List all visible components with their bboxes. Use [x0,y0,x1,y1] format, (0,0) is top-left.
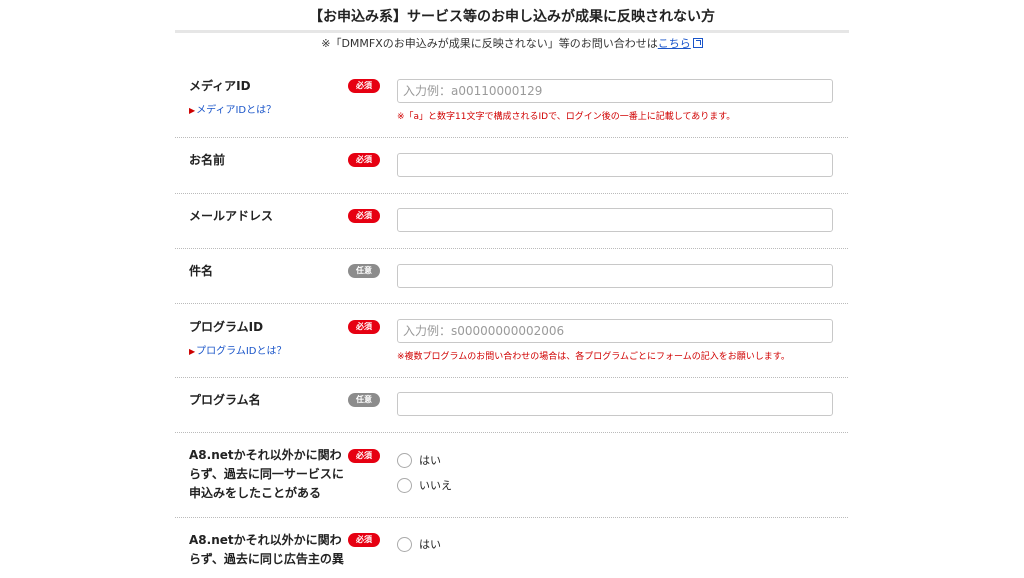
media-id-label: メディアID [189,79,251,93]
program-name-label: プログラム名 [189,393,261,407]
page-title: 【お申込み系】サービス等のお申し込みが成果に反映されない方 [309,9,715,25]
optional-badge: 任意 [348,393,380,407]
prior-application-label: A8.netかそれ以外かに関わ らず、過去に同一サービスに 申込みをしたことがあ… [189,446,344,503]
subject-input[interactable] [397,264,833,288]
media-id-help-link[interactable]: ▶メディアIDとは？ [189,101,276,116]
radio-yes-label: はい [419,538,441,551]
required-badge: 必須 [348,449,380,463]
media-id-input[interactable] [397,79,833,103]
prior-application-label-line2: らず、過去に同一サービスに [189,467,344,481]
notice-message: ※「DMMFXのお申込みが成果に反映されない」等のお問い合わせは [321,37,658,50]
prior-advertiser-label: A8.netかそれ以外かに関わ らず、過去に同じ広告主の異 [189,531,344,569]
row-subject: 件名 任意 [175,249,848,304]
prior-application-label-line1: A8.netかそれ以外かに関わ [189,448,342,462]
title-divider [175,30,849,33]
program-id-input[interactable] [397,319,833,343]
triangle-right-icon: ▶ [189,347,196,356]
program-id-hint: ※複数プログラムのお問い合わせの場合は、各プログラムごとにフォームの記入をお願い… [397,352,790,362]
prior-application-label-line3: 申込みをしたことがある [189,486,322,500]
optional-badge: 任意 [348,264,380,278]
name-label: お名前 [189,153,226,167]
external-link-icon [692,38,703,48]
radio-yes-label: はい [419,454,441,467]
row-prior-application: A8.netかそれ以外かに関わ らず、過去に同一サービスに 申込みをしたことがあ… [175,433,848,518]
required-badge: 必須 [348,153,380,167]
row-program-id: プログラムID ▶プログラムIDとは？ 必須 ※複数プログラムのお問い合わせの場… [175,304,848,378]
radio-circle[interactable] [397,478,412,493]
row-prior-advertiser-application: A8.netかそれ以外かに関わ らず、過去に同じ広告主の異 必須 はい [175,518,848,578]
program-id-help-link[interactable]: ▶プログラムIDとは？ [189,342,287,357]
email-input[interactable] [397,208,833,232]
row-media-id: メディアID ▶メディアIDとは？ 必須 ※「a」と数字11文字で構成されるID… [175,62,848,138]
required-badge: 必須 [348,320,380,334]
row-email: メールアドレス 必須 [175,194,848,249]
contact-form-page: 【お申込み系】サービス等のお申し込みが成果に反映されない方 ※「DMMFXのお申… [0,0,1024,566]
required-badge: 必須 [348,209,380,223]
triangle-right-icon: ▶ [189,106,196,115]
program-id-label: プログラムID [189,320,264,334]
email-label: メールアドレス [189,209,274,223]
prior-advertiser-label-line2: らず、過去に同じ広告主の異 [189,552,344,566]
program-name-input[interactable] [397,392,833,416]
subject-label: 件名 [189,264,214,278]
program-id-help-text: プログラムIDとは？ [196,346,287,357]
row-name: お名前 必須 [175,138,848,194]
notice-text: ※「DMMFXのお申込みが成果に反映されない」等のお問い合わせはこちら [0,35,1024,51]
required-badge: 必須 [348,533,380,547]
media-id-hint: ※「a」と数字11文字で構成されるIDで、ログイン後の一番上に記載してあります。 [397,112,736,122]
row-program-name: プログラム名 任意 [175,378,848,433]
media-id-help-text: メディアIDとは？ [196,105,277,116]
radio-circle[interactable] [397,453,412,468]
name-input[interactable] [397,153,833,177]
notice-link[interactable]: こちら [658,37,691,50]
radio-no-label: いいえ [419,479,452,492]
prior-advertiser-label-line1: A8.netかそれ以外かに関わ [189,533,342,547]
radio-circle[interactable] [397,537,412,552]
required-badge: 必須 [348,79,380,93]
